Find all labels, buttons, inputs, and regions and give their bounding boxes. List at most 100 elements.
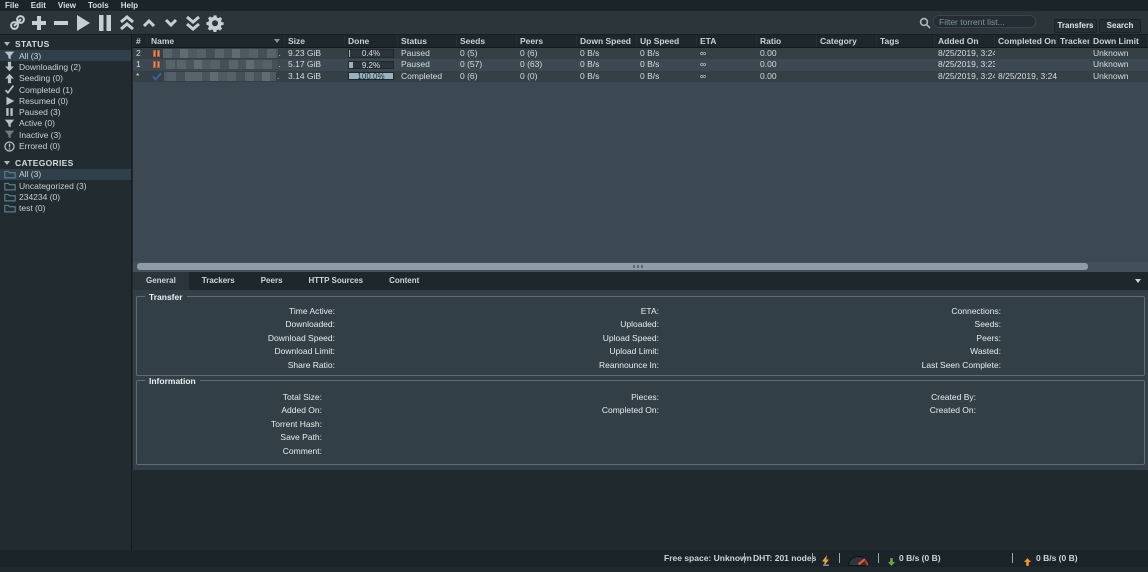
search-zone: Transfers Search <box>915 11 1148 35</box>
connection-warning-icon[interactable] <box>821 553 831 571</box>
sidebar-category-234234[interactable]: 234234 (0) <box>0 191 131 202</box>
dht-status[interactable]: DHT: 201 nodes <box>753 553 816 564</box>
table-row[interactable]: 2 . 9.23 GiB 0.4% Paused 0 (5) 0 (6) 0 B… <box>133 48 1148 59</box>
created-on-label: Created On: <box>697 404 976 417</box>
categories-section-header[interactable]: CATEGORIES <box>0 157 131 169</box>
status-section-header[interactable]: STATUS <box>0 38 131 50</box>
menu-help[interactable]: Help <box>115 0 144 11</box>
information-group-title: Information <box>145 376 200 386</box>
sidebar-item-errored[interactable]: Errored (0) <box>0 140 131 151</box>
column-header-name[interactable]: Name <box>148 35 285 47</box>
column-header-seeds[interactable]: Seeds <box>457 35 517 47</box>
column-header-tracker[interactable]: Tracker <box>1057 35 1090 47</box>
save-path-label: Save Path: <box>137 431 322 444</box>
pause-icon <box>3 107 16 118</box>
download-speed-label: Download Speed: <box>137 332 335 345</box>
funnel-icon <box>3 129 16 140</box>
queue-up-icon[interactable] <box>138 14 160 32</box>
table-row[interactable]: * . 3.14 GiB 100.0% Completed 0 (6) 0 (0… <box>133 71 1148 82</box>
column-header-done[interactable]: Done <box>345 35 398 47</box>
table-row[interactable]: 1 . 5.17 GiB 9.2% Paused 0 (57) 0 (63) 0… <box>133 59 1148 70</box>
splitter-grip[interactable] <box>633 265 643 268</box>
menu-edit[interactable]: Edit <box>25 0 52 11</box>
horizontal-scrollbar-thumb[interactable] <box>137 263 1088 270</box>
share-ratio-label: Share Ratio: <box>137 359 335 372</box>
last-seen-complete-label: Last Seen Complete: <box>697 359 1001 372</box>
transfer-group-title: Transfer <box>145 292 187 302</box>
transfers-button[interactable]: Transfers <box>1054 19 1097 33</box>
arrow-up-icon <box>3 73 16 84</box>
search-icon <box>919 16 931 34</box>
column-header-down-limit[interactable]: Down Limit <box>1090 35 1148 47</box>
tab-peers[interactable]: Peers <box>248 272 296 290</box>
column-header-category[interactable]: Category <box>817 35 877 47</box>
column-header-status[interactable]: Status <box>398 35 457 47</box>
column-header-up-speed[interactable]: Up Speed <box>637 35 697 47</box>
funnel-icon <box>3 50 16 61</box>
sidebar-item-completed[interactable]: Completed (1) <box>0 84 131 95</box>
added-on-label: Added On: <box>137 404 322 417</box>
sidebar-item-downloading[interactable]: Downloading (2) <box>0 61 131 72</box>
column-header-completed-on[interactable]: Completed On <box>995 35 1057 47</box>
add-url-link-icon[interactable] <box>6 14 28 32</box>
tab-overflow-dropdown-icon[interactable] <box>1135 279 1141 283</box>
sidebar-category-all[interactable]: All (3) <box>0 169 131 180</box>
filter-torrent-input[interactable] <box>933 15 1036 28</box>
download-speed-status[interactable]: 0 B/s (0 B) <box>899 553 941 564</box>
menu-view[interactable]: View <box>52 0 82 11</box>
remove-torrent-minus-icon[interactable] <box>50 14 72 32</box>
separator <box>1012 553 1013 563</box>
completed-on-label: Completed On: <box>397 404 659 417</box>
sidebar-category-uncategorized[interactable]: Uncategorized (3) <box>0 180 131 191</box>
time-active-label: Time Active: <box>137 305 335 318</box>
paused-state-icon <box>153 61 160 68</box>
menu-file[interactable]: File <box>5 0 25 11</box>
sidebar-item-active[interactable]: Active (0) <box>0 118 131 129</box>
wasted-label: Wasted: <box>697 345 1001 358</box>
collapse-triangle-icon <box>4 42 10 46</box>
pause-icon[interactable] <box>94 14 116 32</box>
progress-bar: 0.4% <box>348 49 394 58</box>
funnel-icon <box>3 118 16 129</box>
tab-content[interactable]: Content <box>376 272 432 290</box>
column-header-tags[interactable]: Tags <box>877 35 935 47</box>
sidebar-item-seeding[interactable]: Seeding (0) <box>0 73 131 84</box>
preferences-gear-icon[interactable] <box>204 14 226 32</box>
upload-speed-status[interactable]: 0 B/s (0 B) <box>1036 553 1078 564</box>
sidebar-item-all[interactable]: All (3) <box>0 50 131 61</box>
seeds-label: Seeds: <box>697 318 1001 331</box>
queue-top-icon[interactable] <box>116 14 138 32</box>
sidebar-item-inactive[interactable]: Inactive (3) <box>0 129 131 140</box>
resume-play-icon[interactable] <box>72 14 94 32</box>
column-header-eta[interactable]: ETA <box>697 35 757 47</box>
details-tab-bar: General Trackers Peers HTTP Sources Cont… <box>133 272 1148 290</box>
speed-gauge-icon[interactable] <box>847 553 870 571</box>
information-groupbox: Information Total Size: Added On: Torren… <box>136 380 1145 465</box>
column-header-ratio[interactable]: Ratio <box>757 35 817 47</box>
tab-trackers[interactable]: Trackers <box>189 272 248 290</box>
search-button[interactable]: Search <box>1099 19 1141 33</box>
column-header-added-on[interactable]: Added On <box>935 35 995 47</box>
uploaded-label: Uploaded: <box>397 318 659 331</box>
column-header-size[interactable]: Size <box>285 35 345 47</box>
sidebar-category-test[interactable]: test (0) <box>0 203 131 214</box>
torrent-hash-label: Torrent Hash: <box>137 418 322 431</box>
sidebar-item-resumed[interactable]: Resumed (0) <box>0 95 131 106</box>
paused-state-icon <box>153 50 160 57</box>
tab-http-sources[interactable]: HTTP Sources <box>296 272 377 290</box>
column-header-peers[interactable]: Peers <box>517 35 577 47</box>
separator <box>878 553 879 563</box>
arrow-down-icon <box>3 61 16 72</box>
column-header-down-speed[interactable]: Down Speed <box>577 35 637 47</box>
add-torrent-plus-icon[interactable] <box>28 14 50 32</box>
transfer-groupbox: Transfer Time Active: Downloaded: Downlo… <box>136 296 1145 376</box>
menu-tools[interactable]: Tools <box>82 0 115 11</box>
sidebar-item-paused[interactable]: Paused (3) <box>0 106 131 117</box>
column-header-number[interactable]: # <box>133 35 148 47</box>
tab-general[interactable]: General <box>133 272 189 290</box>
queue-bottom-icon[interactable] <box>182 14 204 32</box>
free-space-status: Free space: Unknown <box>664 553 752 564</box>
folder-icon <box>3 203 16 214</box>
queue-down-icon[interactable] <box>160 14 182 32</box>
progress-bar: 100.0% <box>348 72 394 81</box>
